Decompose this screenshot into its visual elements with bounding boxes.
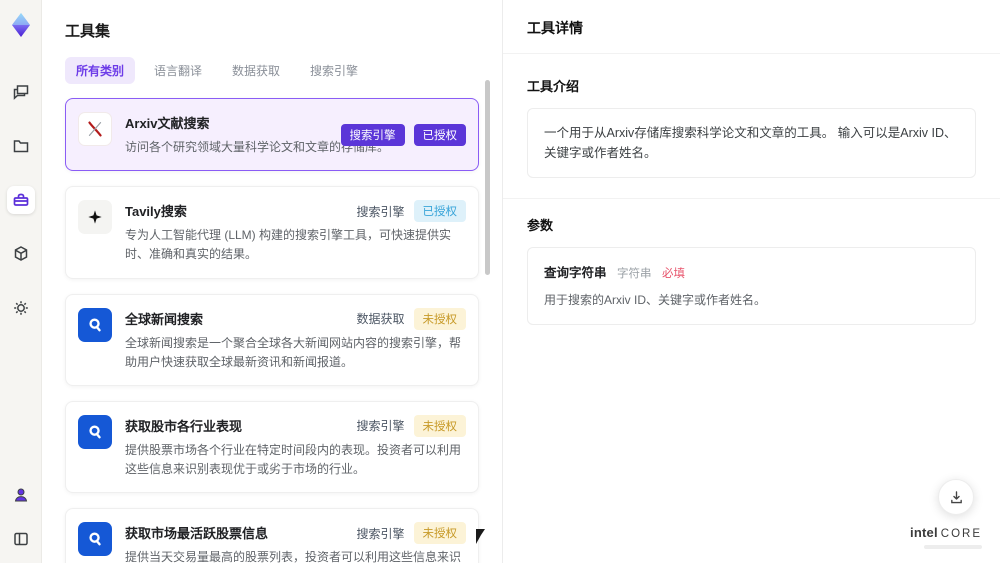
tab-all-categories[interactable]: 所有类别: [65, 57, 136, 84]
category-badge: 搜索引擎: [340, 123, 405, 146]
blue-search-icon: [78, 414, 112, 449]
intel-core-sub-mark: [924, 545, 982, 549]
tool-card-active-stocks[interactable]: 获取市场最活跃股票信息 提供当天交易量最高的股票列表，投资者可以利用这些信息来识…: [65, 508, 479, 563]
section-divider: [503, 198, 1000, 199]
tool-description: 全球新闻搜索是一个聚合全球各大新闻网站内容的搜索引擎，帮助用户快速获取全球最新资…: [125, 335, 462, 369]
left-rail: [0, 0, 42, 563]
app-logo: [8, 12, 34, 38]
intro-heading: 工具介绍: [527, 79, 580, 94]
category-label: 搜索引擎: [356, 526, 405, 541]
tavily-sparkle-icon: [78, 200, 112, 235]
gear-icon[interactable]: [7, 294, 35, 322]
cube-icon[interactable]: [7, 240, 35, 268]
param-required-badge: 必填: [661, 268, 685, 280]
category-label: 搜索引擎: [356, 419, 405, 434]
tool-detail-panel: 工具详情 工具介绍 一个用于从Arxiv存储库搜索科学论文和文章的工具。 输入可…: [502, 0, 1000, 563]
auth-status-badge: 未授权: [413, 414, 466, 437]
tool-card-arxiv[interactable]: Arxiv文献搜索 访问各个研究领域大量科学论文和文章的存储库。 搜索引擎 已授…: [65, 98, 479, 172]
tool-cards: Arxiv文献搜索 访问各个研究领域大量科学论文和文章的存储库。 搜索引擎 已授…: [65, 98, 479, 563]
tool-card-tavily[interactable]: Tavily搜索 专为人工智能代理 (LLM) 构建的搜索引擎工具，可快速提供实…: [65, 186, 479, 279]
toolbox-icon[interactable]: [6, 186, 35, 214]
tool-card-stock-sector[interactable]: 获取股市各行业表现 提供股票市场各个行业在特定时间段内的表现。投资者可以利用这些…: [65, 400, 479, 494]
rail-nav: [6, 78, 35, 322]
category-tabs: 所有类别 语言翻译 数据获取 搜索引擎: [65, 57, 502, 84]
blue-search-icon: [78, 522, 112, 557]
tab-data-fetch[interactable]: 数据获取: [221, 57, 291, 84]
user-avatar-icon[interactable]: [7, 481, 35, 509]
app-window: 工具集 所有类别 语言翻译 数据获取 搜索引擎 Arxiv文献搜索 访问各个研究…: [0, 0, 1000, 563]
intel-core-logo: intel CORE: [910, 524, 982, 549]
download-icon: [950, 490, 962, 503]
auth-status-badge: 未授权: [413, 522, 466, 545]
params-heading: 参数: [527, 218, 554, 233]
tool-description: 提供股票市场各个行业在特定时间段内的表现。投资者可以利用这些信息来识别表现优于或…: [125, 442, 462, 477]
parameter-card: 查询字符串 字符串 必填 用于搜索的Arxiv ID、关键字或作者姓名。: [527, 247, 976, 325]
blue-search-icon: [78, 307, 112, 342]
tab-search-engine[interactable]: 搜索引擎: [299, 57, 369, 84]
tab-translation[interactable]: 语言翻译: [143, 57, 213, 84]
list-scrollbar[interactable]: [485, 80, 490, 275]
param-type: 字符串: [617, 268, 652, 280]
chat-icon[interactable]: [7, 78, 35, 106]
folder-icon[interactable]: [7, 132, 35, 160]
tool-description: 提供当天交易量最高的股票列表，投资者可以利用这些信息来识别流动性强的股票和潜在的…: [125, 550, 462, 563]
arxiv-icon: [78, 112, 112, 146]
auth-status-badge: 未授权: [413, 307, 466, 330]
collapse-panel-icon[interactable]: [7, 525, 35, 553]
category-label: 数据获取: [356, 312, 405, 327]
auth-status-badge: 已授权: [413, 123, 466, 146]
download-button[interactable]: [938, 479, 974, 515]
tool-intro-text: 一个用于从Arxiv存储库搜索科学论文和文章的工具。 输入可以是Arxiv ID…: [527, 108, 976, 178]
tool-description: 专为人工智能代理 (LLM) 构建的搜索引擎工具，可快速提供实时、准确和真实的结…: [125, 228, 452, 262]
tools-list-panel: 工具集 所有类别 语言翻译 数据获取 搜索引擎 Arxiv文献搜索 访问各个研究…: [42, 0, 502, 563]
rail-bottom: [7, 481, 35, 553]
page-title: 工具集: [65, 23, 111, 40]
auth-status-badge: 已授权: [413, 200, 466, 223]
param-description: 用于搜索的Arxiv ID、关键字或作者姓名。: [544, 293, 767, 307]
detail-title: 工具详情: [503, 0, 1000, 54]
param-name: 查询字符串: [544, 266, 607, 280]
category-label: 搜索引擎: [356, 204, 405, 219]
tool-card-global-news[interactable]: 全球新闻搜索 全球新闻搜索是一个聚合全球各大新闻网站内容的搜索引擎，帮助用户快速…: [65, 293, 479, 386]
mouse-cursor: [476, 529, 485, 544]
